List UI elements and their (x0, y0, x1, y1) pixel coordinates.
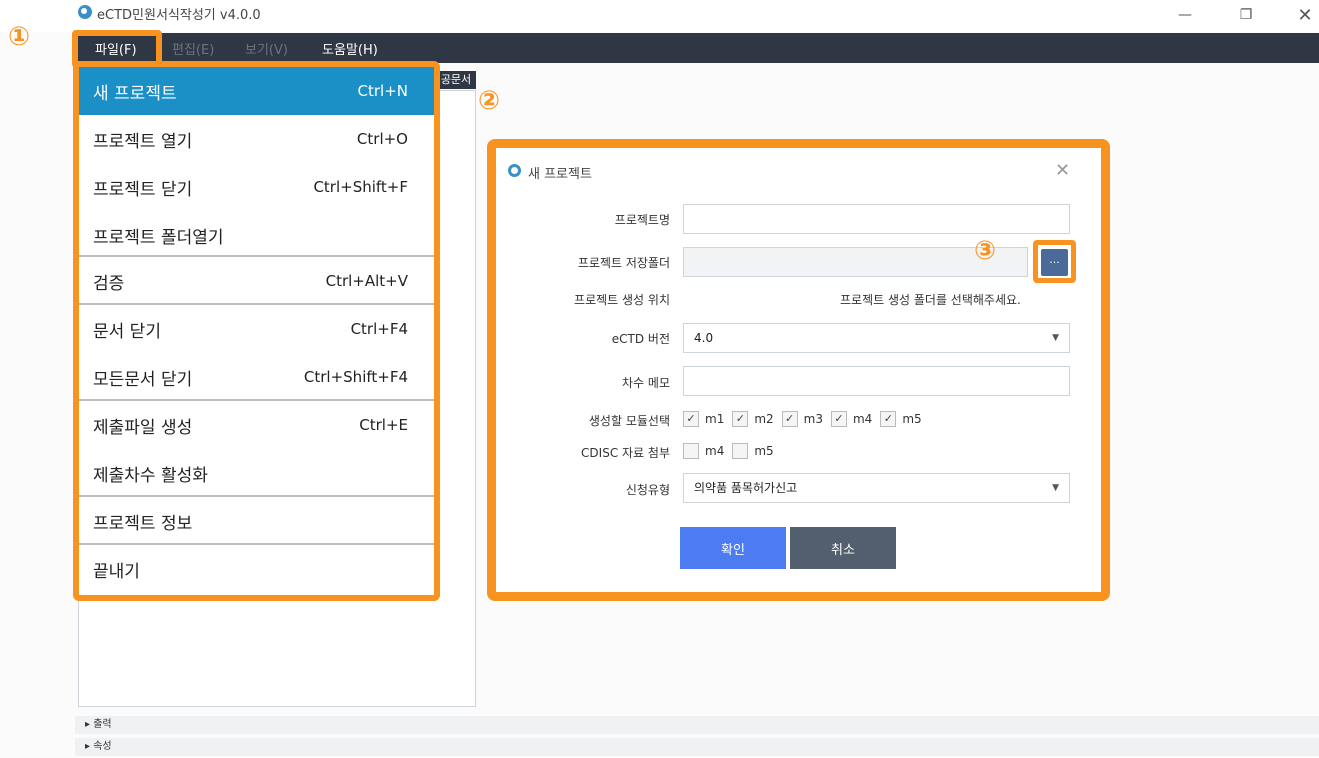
menu-item-open-project[interactable]: 프로젝트 열기 Ctrl+O (79, 115, 434, 163)
menu-item-exit[interactable]: 끝내기 (79, 545, 434, 593)
menu-edit[interactable]: 편집(E) (172, 39, 214, 58)
check-icon: ✓ (880, 411, 897, 427)
menu-item-label: 모든문서 닫기 (93, 369, 193, 390)
close-window-button[interactable]: ✕ (1285, 2, 1319, 28)
checkbox-empty (683, 443, 699, 459)
menu-item-label: 프로젝트 닫기 (93, 179, 193, 200)
menu-item-open-project-folder[interactable]: 프로젝트 폴더열기 (79, 211, 434, 259)
step-1-badge: ① (8, 22, 31, 52)
menu-item-validate[interactable]: 검증 Ctrl+Alt+V (79, 257, 434, 305)
save-folder-label: 프로젝트 저장폴더 (577, 256, 670, 270)
project-name-label: 프로젝트명 (614, 213, 670, 227)
dialog-title: 새 프로젝트 (528, 167, 592, 182)
check-icon: ✓ (732, 411, 749, 427)
menu-item-shortcut: Ctrl+O (356, 130, 408, 148)
checkbox-label: m5 (902, 412, 922, 426)
menu-item-close-document[interactable]: 문서 닫기 Ctrl+F4 (79, 305, 434, 353)
title-bar: eCTD민원서식작성기 v4.0.0 — ❐ ✕ (0, 0, 1319, 32)
menu-item-label: 프로젝트 열기 (93, 131, 193, 152)
cdisc-label: CDISC 자료 첨부 (581, 446, 670, 460)
module-checkbox-m4[interactable]: ✓ m4 (830, 411, 873, 427)
module-checkbox-m3[interactable]: ✓ m3 (781, 411, 823, 427)
memo-label: 차수 메모 (622, 376, 670, 390)
chevron-down-icon: ▼ (1052, 483, 1059, 493)
menu-item-activate-sequence[interactable]: 제출차수 활성화 (79, 449, 434, 497)
cancel-button[interactable]: 취소 (790, 527, 896, 569)
ectd-version-value: 4.0 (694, 331, 714, 345)
checkbox-label: m5 (754, 444, 774, 458)
apply-type-label: 신청유형 (625, 483, 670, 497)
checkbox-label: m1 (705, 412, 725, 426)
module-checkbox-m1[interactable]: ✓ m1 (683, 411, 724, 427)
menu-item-label: 프로젝트 폴더열기 (93, 227, 224, 248)
module-checkbox-group: ✓ m1 ✓ m2 ✓ m3 ✓ m4 ✓ m5 (683, 411, 922, 427)
menu-item-shortcut: Ctrl+Alt+V (325, 272, 408, 290)
module-checkbox-m2[interactable]: ✓ m2 (732, 411, 774, 427)
ok-button[interactable]: 확인 (680, 527, 786, 569)
menu-item-new-project[interactable]: 새 프로젝트 Ctrl+N (79, 67, 434, 115)
check-icon: ✓ (781, 411, 798, 427)
file-dropdown-menu: 새 프로젝트 Ctrl+N 프로젝트 열기 Ctrl+O 프로젝트 닫기 Ctr… (73, 61, 440, 601)
app-logo-icon (78, 5, 92, 19)
chevron-down-icon: ▼ (1052, 333, 1059, 343)
restore-button[interactable]: ❐ (1226, 2, 1266, 28)
check-icon: ✓ (683, 411, 699, 427)
menu-view[interactable]: 보기(V) (245, 39, 288, 58)
properties-panel-toggle[interactable]: ▸ 속성 (75, 738, 1319, 756)
window-title: eCTD민원서식작성기 v4.0.0 (97, 8, 261, 23)
checkbox-label: m3 (803, 412, 823, 426)
project-name-input[interactable] (683, 204, 1070, 234)
checkbox-empty (732, 443, 749, 459)
dialog-logo-icon (508, 164, 521, 177)
checkbox-label: m2 (754, 412, 774, 426)
menu-bar: 파일(F) 편집(E) 보기(V) 도움말(H) (75, 33, 1319, 63)
menu-item-shortcut: Ctrl+F4 (350, 320, 408, 338)
checkbox-label: m4 (852, 412, 873, 426)
cdisc-checkbox-group: m4 m5 (683, 443, 774, 459)
cdisc-checkbox-m5[interactable]: m5 (732, 443, 774, 459)
menu-item-label: 프로젝트 정보 (93, 513, 193, 534)
ectd-version-select[interactable]: 4.0 ▼ (683, 323, 1070, 353)
menu-item-label: 제출파일 생성 (93, 417, 193, 438)
location-label: 프로젝트 생성 위치 (574, 293, 670, 307)
menu-item-label: 끝내기 (93, 561, 140, 582)
apply-type-select[interactable]: 의약품 품목허가신고 ▼ (683, 473, 1070, 503)
menu-item-shortcut: Ctrl+Shift+F4 (303, 368, 408, 386)
step-2-badge: ② (478, 86, 501, 116)
menu-item-label: 새 프로젝트 (93, 83, 177, 104)
minimize-button[interactable]: — (1165, 2, 1205, 28)
dialog-close-icon[interactable]: ✕ (1055, 160, 1070, 181)
modules-label: 생성할 모듈선택 (588, 414, 670, 428)
menu-help[interactable]: 도움말(H) (322, 39, 378, 58)
module-checkbox-m5[interactable]: ✓ m5 (880, 411, 922, 427)
cdisc-checkbox-m4[interactable]: m4 (683, 443, 724, 459)
output-panel-toggle[interactable]: ▸ 출력 (75, 716, 1319, 734)
apply-type-value: 의약품 품목허가신고 (694, 481, 798, 495)
menu-item-shortcut: Ctrl+E (359, 416, 408, 434)
menu-item-shortcut: Ctrl+N (357, 82, 408, 100)
document-tab[interactable]: 공문서 (436, 71, 476, 89)
browse-folder-button[interactable]: ... (1041, 249, 1068, 276)
menu-item-close-all-documents[interactable]: 모든문서 닫기 Ctrl+Shift+F4 (79, 353, 434, 401)
memo-input[interactable] (683, 366, 1070, 396)
check-icon: ✓ (830, 411, 847, 427)
menu-item-label: 문서 닫기 (93, 321, 161, 342)
checkbox-label: m4 (705, 444, 725, 458)
menu-item-shortcut: Ctrl+Shift+F (313, 178, 408, 196)
location-hint: 프로젝트 생성 폴더를 선택해주세요. (840, 293, 1021, 307)
menu-item-close-project[interactable]: 프로젝트 닫기 Ctrl+Shift+F (79, 163, 434, 211)
menu-item-label: 검증 (93, 273, 125, 294)
menu-item-label: 제출차수 활성화 (93, 465, 208, 486)
ectd-version-label: eCTD 버전 (611, 332, 670, 346)
app-window: eCTD민원서식작성기 v4.0.0 — ❐ ✕ 파일(F) 편집(E) 보기(… (0, 0, 1319, 758)
step-3-badge: ③ (974, 236, 997, 266)
menu-item-project-info[interactable]: 프로젝트 정보 (79, 497, 434, 545)
menu-item-create-submission[interactable]: 제출파일 생성 Ctrl+E (79, 401, 434, 449)
